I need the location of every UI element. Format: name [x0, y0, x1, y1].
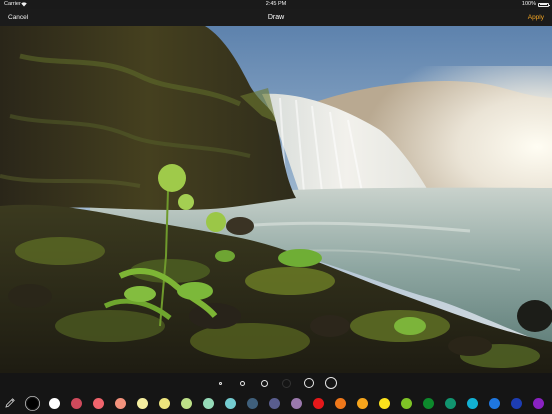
- apply-button[interactable]: Apply: [528, 9, 544, 26]
- drawing-canvas[interactable]: [0, 26, 552, 373]
- brush-size-4: [282, 378, 291, 388]
- brush-size-6[interactable]: [325, 376, 337, 389]
- color-swatch-cyan[interactable]: [467, 398, 478, 409]
- color-swatch-dark-green[interactable]: [423, 398, 434, 409]
- color-swatch-salmon[interactable]: [115, 398, 126, 409]
- color-swatch-orange[interactable]: [335, 398, 346, 409]
- brush-size-5[interactable]: [304, 377, 314, 388]
- color-swatch-teal[interactable]: [445, 398, 456, 409]
- navigation-bar: Cancel Draw Apply: [0, 9, 552, 26]
- color-swatch-white[interactable]: [49, 398, 60, 409]
- color-swatch-navy[interactable]: [511, 398, 522, 409]
- color-swatch-lavender[interactable]: [291, 398, 302, 409]
- battery-percent: 100%: [521, 1, 536, 7]
- color-swatch-muted-purple[interactable]: [269, 398, 280, 409]
- color-swatch-purple[interactable]: [533, 398, 544, 409]
- color-swatch-light-yellow[interactable]: [159, 398, 170, 409]
- color-swatch-amber[interactable]: [357, 398, 368, 409]
- battery-icon: [538, 2, 550, 7]
- color-swatch-blue[interactable]: [489, 398, 500, 409]
- page-title: Draw: [267, 14, 285, 21]
- brush-size-1[interactable]: [219, 381, 222, 385]
- pencil-icon[interactable]: [4, 397, 16, 409]
- brush-size-selector: [0, 373, 552, 392]
- color-swatch-rose[interactable]: [71, 398, 82, 409]
- color-swatch-black[interactable]: [27, 398, 38, 409]
- color-swatch-coral-red[interactable]: [93, 398, 104, 409]
- brush-size-2[interactable]: [240, 380, 245, 386]
- landscape-waterfall-photo: [0, 26, 552, 373]
- status-bar: Carrier 2:45 PM 100%: [0, 0, 552, 9]
- color-swatch-slate-blue[interactable]: [247, 398, 258, 409]
- color-swatch-mint[interactable]: [203, 398, 214, 409]
- status-time: 2:45 PM: [265, 1, 287, 7]
- color-swatch-aqua[interactable]: [225, 398, 236, 409]
- color-swatch-red[interactable]: [313, 398, 324, 409]
- color-swatch-green[interactable]: [401, 398, 412, 409]
- color-swatch-light-green[interactable]: [181, 398, 192, 409]
- color-swatch-yellow[interactable]: [379, 398, 390, 409]
- color-palette: [0, 392, 552, 414]
- color-swatch-pale-yellow[interactable]: [137, 398, 148, 409]
- brush-size-3[interactable]: [261, 379, 268, 387]
